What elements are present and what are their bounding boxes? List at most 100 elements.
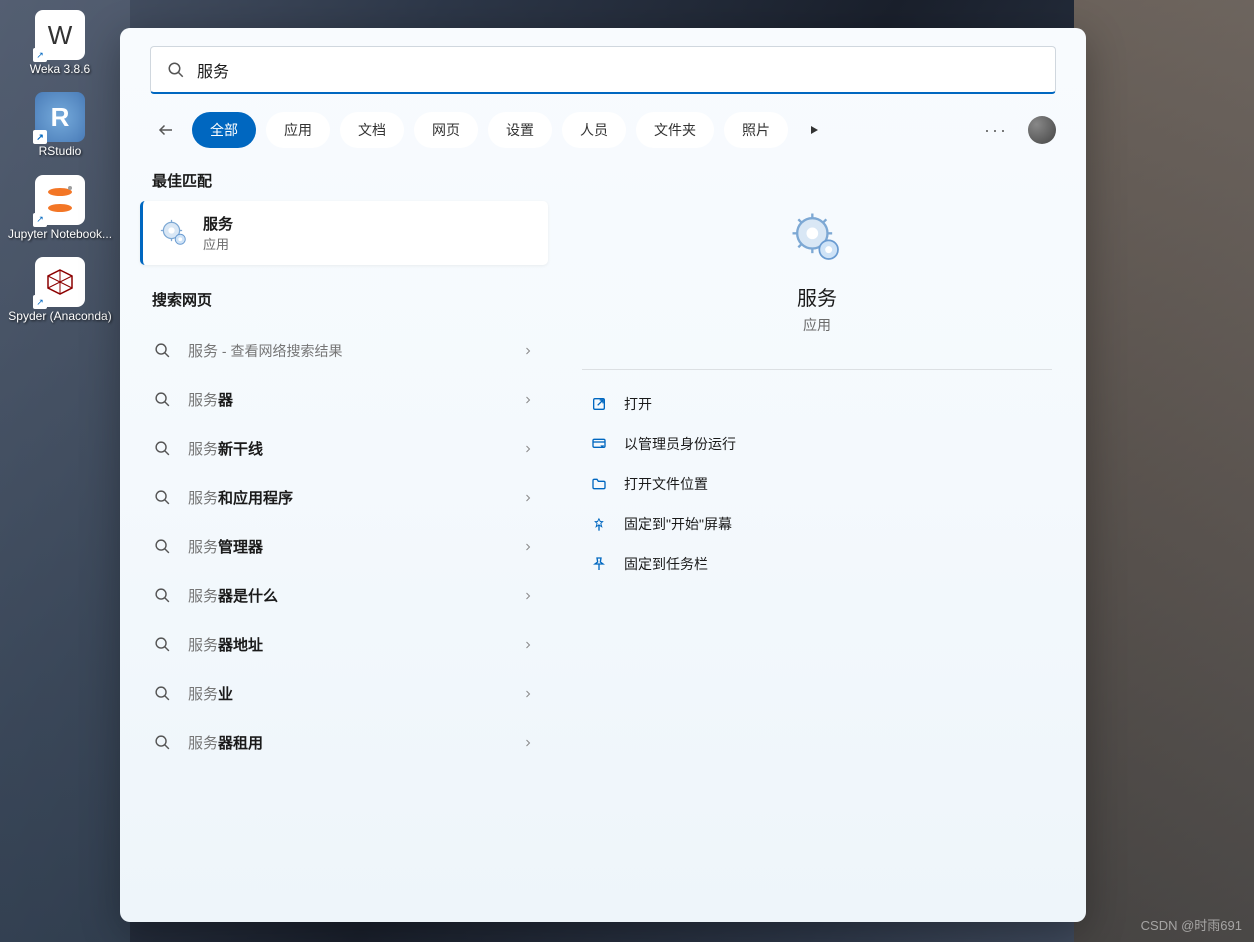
preview-panel: 服务 应用 打开以管理员身份运行打开文件位置固定到"开始"屏幕固定到任务栏 — [566, 160, 1068, 767]
action-label: 固定到任务栏 — [624, 554, 708, 574]
desktop-icon-label: Jupyter Notebook... — [8, 227, 112, 241]
web-result-text: 服务器 — [188, 389, 506, 410]
tab-web[interactable]: 网页 — [414, 112, 478, 148]
web-result-text: 服务业 — [188, 683, 506, 704]
best-match-title: 服务 — [203, 213, 233, 234]
divider — [582, 369, 1052, 370]
shortcut-badge-icon: ↗ — [33, 130, 47, 144]
web-result-text: 服务器是什么 — [188, 585, 506, 606]
web-result-text: 服务器租用 — [188, 732, 506, 753]
web-results-list: 服务 - 查看网络搜索结果服务器服务新干线服务和应用程序服务管理器服务器是什么服… — [138, 326, 550, 767]
back-button[interactable] — [150, 114, 182, 146]
web-search-header: 搜索网页 — [138, 279, 550, 320]
chevron-right-icon — [522, 541, 534, 553]
tabs-scroll-right-button[interactable] — [798, 114, 830, 146]
jupyter-icon: ↗ — [35, 175, 85, 225]
desktop-icon-label: Spyder (Anaconda) — [8, 309, 111, 323]
desktop-icon-label: RStudio — [39, 144, 82, 158]
chevron-right-icon — [522, 639, 534, 651]
action-label: 打开 — [624, 394, 652, 414]
search-icon — [154, 685, 172, 702]
tab-folders[interactable]: 文件夹 — [636, 112, 714, 148]
action-label: 打开文件位置 — [624, 474, 708, 494]
chevron-right-icon — [522, 492, 534, 504]
web-result-item[interactable]: 服务器租用 — [138, 718, 550, 767]
chevron-right-icon — [522, 394, 534, 406]
desktop-icon-label: Weka 3.8.6 — [30, 62, 90, 76]
web-result-text: 服务器地址 — [188, 634, 506, 655]
action-pin-taskbar[interactable]: 固定到任务栏 — [582, 544, 1052, 584]
desktop-icon-jupyter[interactable]: ↗ Jupyter Notebook... — [0, 169, 120, 247]
tab-people[interactable]: 人员 — [562, 112, 626, 148]
web-result-item[interactable]: 服务业 — [138, 669, 550, 718]
search-icon — [154, 342, 172, 359]
web-result-item[interactable]: 服务新干线 — [138, 424, 550, 473]
admin-icon — [590, 435, 608, 453]
search-icon — [167, 61, 185, 79]
web-result-item[interactable]: 服务器是什么 — [138, 571, 550, 620]
services-gear-icon — [789, 210, 845, 266]
web-result-item[interactable]: 服务和应用程序 — [138, 473, 550, 522]
search-input[interactable] — [197, 61, 1039, 79]
preview-title: 服务 — [797, 282, 837, 311]
shortcut-badge-icon: ↗ — [33, 48, 47, 62]
desktop-icons-column: W↗ Weka 3.8.6 R↗ RStudio ↗ Jupyter Noteb… — [0, 0, 120, 334]
search-bar[interactable] — [150, 46, 1056, 94]
more-options-button[interactable]: ··· — [980, 114, 1012, 146]
search-icon — [154, 489, 172, 506]
search-icon — [154, 734, 172, 751]
action-label: 以管理员身份运行 — [624, 434, 736, 454]
filter-tabs-row: 全部 应用 文档 网页 设置 人员 文件夹 照片 ··· — [120, 94, 1086, 160]
search-icon — [154, 391, 172, 408]
action-pin-start[interactable]: 固定到"开始"屏幕 — [582, 504, 1052, 544]
best-match-subtitle: 应用 — [203, 234, 233, 253]
tab-apps[interactable]: 应用 — [266, 112, 330, 148]
results-content: 最佳匹配 服务 应用 搜索网页 服务 - 查看网络搜索结果服务器服务新干线服务和… — [120, 160, 1086, 767]
results-left-column: 最佳匹配 服务 应用 搜索网页 服务 - 查看网络搜索结果服务器服务新干线服务和… — [138, 160, 550, 767]
search-icon — [154, 440, 172, 457]
chevron-right-icon — [522, 590, 534, 602]
pin-start-icon — [590, 515, 608, 533]
action-open[interactable]: 打开 — [582, 384, 1052, 424]
pin-taskbar-icon — [590, 555, 608, 573]
best-match-header: 最佳匹配 — [138, 160, 550, 201]
desktop-icon-weka[interactable]: W↗ Weka 3.8.6 — [0, 4, 120, 82]
preview-subtitle: 应用 — [803, 315, 831, 335]
desktop-icon-rstudio[interactable]: R↗ RStudio — [0, 86, 120, 164]
web-result-text: 服务 - 查看网络搜索结果 — [188, 340, 506, 361]
web-result-item[interactable]: 服务器 — [138, 375, 550, 424]
action-folder[interactable]: 打开文件位置 — [582, 464, 1052, 504]
action-admin[interactable]: 以管理员身份运行 — [582, 424, 1052, 464]
tab-photos[interactable]: 照片 — [724, 112, 788, 148]
user-avatar[interactable] — [1028, 116, 1056, 144]
action-label: 固定到"开始"屏幕 — [624, 514, 732, 534]
services-gear-icon — [159, 218, 189, 248]
spyder-icon: ↗ — [35, 257, 85, 307]
best-match-item[interactable]: 服务 应用 — [140, 201, 548, 265]
chevron-right-icon — [522, 737, 534, 749]
web-result-item[interactable]: 服务管理器 — [138, 522, 550, 571]
windows-search-panel: 全部 应用 文档 网页 设置 人员 文件夹 照片 ··· 最佳匹配 服务 应用 — [120, 28, 1086, 922]
web-result-text: 服务新干线 — [188, 438, 506, 459]
preview-header: 服务 应用 — [582, 180, 1052, 359]
chevron-right-icon — [522, 688, 534, 700]
shortcut-badge-icon: ↗ — [33, 295, 47, 309]
tab-documents[interactable]: 文档 — [340, 112, 404, 148]
shortcut-badge-icon: ↗ — [33, 213, 47, 227]
watermark-text: CSDN @时雨691 — [1141, 915, 1242, 934]
web-result-item[interactable]: 服务 - 查看网络搜索结果 — [138, 326, 550, 375]
web-result-text: 服务管理器 — [188, 536, 506, 557]
rstudio-icon: R↗ — [35, 92, 85, 142]
weka-icon: W↗ — [35, 10, 85, 60]
search-icon — [154, 636, 172, 653]
tab-all[interactable]: 全部 — [192, 112, 256, 148]
desktop-icon-spyder[interactable]: ↗ Spyder (Anaconda) — [0, 251, 120, 329]
preview-actions-list: 打开以管理员身份运行打开文件位置固定到"开始"屏幕固定到任务栏 — [582, 384, 1052, 584]
tab-settings[interactable]: 设置 — [488, 112, 552, 148]
chevron-right-icon — [522, 443, 534, 455]
web-result-text: 服务和应用程序 — [188, 487, 506, 508]
search-icon — [154, 538, 172, 555]
search-icon — [154, 587, 172, 604]
chevron-right-icon — [522, 345, 534, 357]
web-result-item[interactable]: 服务器地址 — [138, 620, 550, 669]
